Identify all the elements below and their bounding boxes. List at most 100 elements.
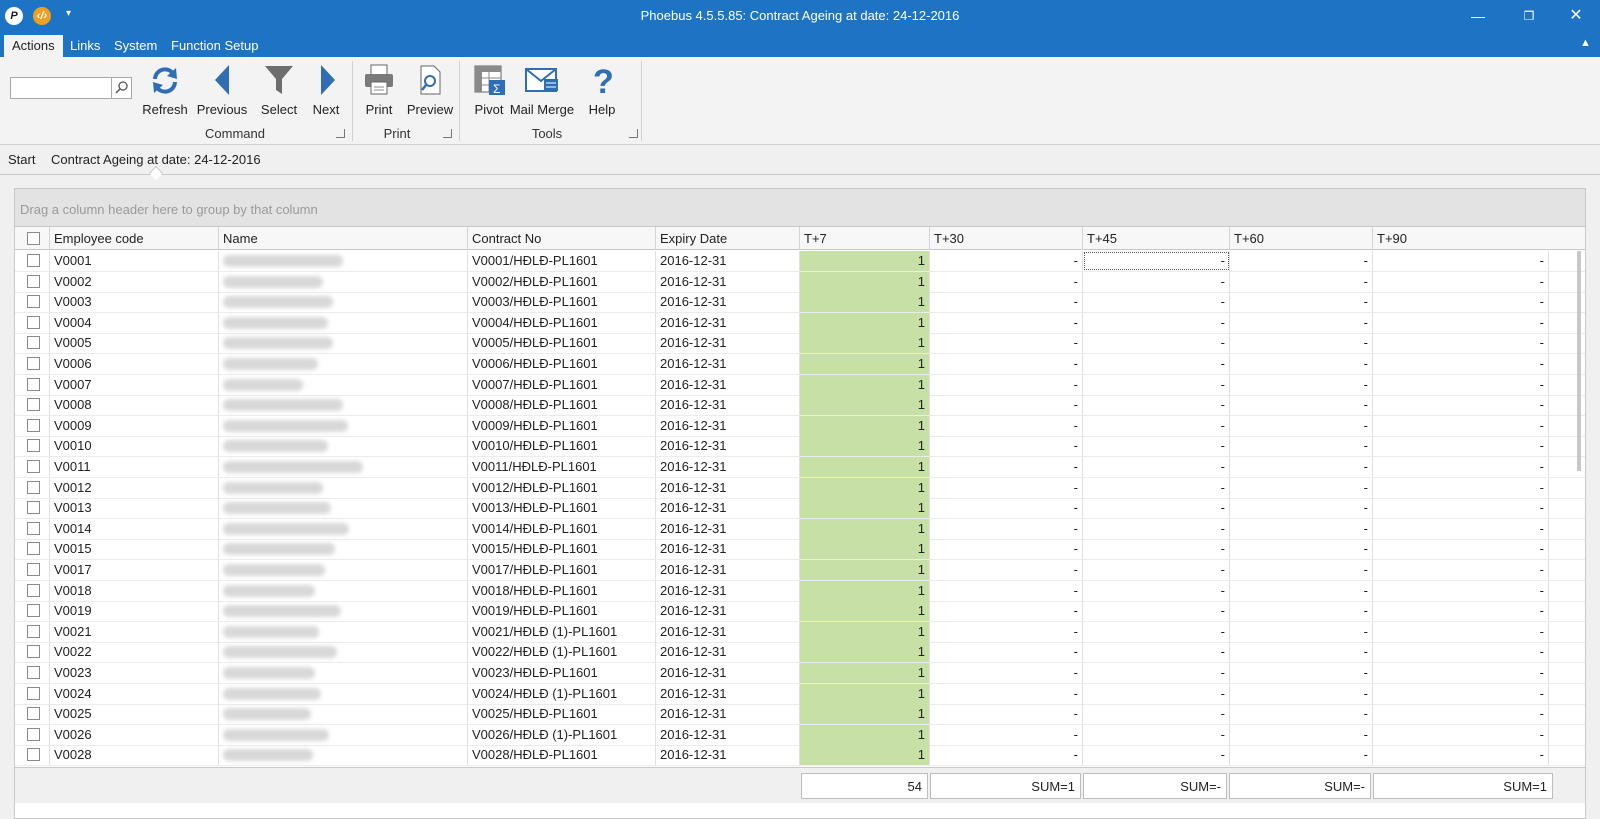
cell-expiry-date[interactable]: 2016-12-31	[656, 477, 800, 498]
table-row[interactable]: V0003 V0003/HĐLĐ-PL1601 2016-12-31 1- - - -	[15, 292, 1585, 314]
cell-t90[interactable]: -	[1373, 642, 1549, 663]
table-row[interactable]: V0018 V0018/HĐLĐ-PL1601 2016-12-31 1- - - -	[15, 580, 1585, 602]
row-checkbox[interactable]	[27, 398, 40, 412]
cell-t7[interactable]: 1	[800, 560, 930, 580]
cell-t30[interactable]: -	[930, 663, 1083, 683]
cell-t60[interactable]: -	[1230, 354, 1373, 374]
table-row[interactable]: V0021 V0021/HĐLĐ (1)-PL1601 2016-12-31 1- - -…	[15, 621, 1585, 643]
cell-contract-no[interactable]: V0018/HĐLĐ-PL1601	[468, 580, 656, 601]
row-checkbox[interactable]	[27, 501, 40, 515]
row-checkbox[interactable]	[27, 521, 40, 535]
table-row[interactable]: V0009 V0009/HĐLĐ-PL1601 2016-12-31 1- - - -	[15, 415, 1585, 437]
mail-merge-button[interactable]: Mail Merge	[507, 63, 577, 119]
tools-group-launcher-icon[interactable]	[629, 129, 638, 138]
cell-expiry-date[interactable]: 2016-12-31	[656, 621, 800, 642]
cell-name[interactable]	[219, 601, 468, 622]
cell-expiry-date[interactable]: 2016-12-31	[656, 560, 800, 580]
cell-t45[interactable]: -	[1083, 292, 1230, 313]
cell-employee-code[interactable]: V0021	[50, 621, 219, 642]
search-button[interactable]	[111, 78, 131, 98]
cell-contract-no[interactable]: V0017/HĐLĐ-PL1601	[468, 560, 656, 580]
table-row[interactable]: V0001 V0001/HĐLĐ-PL1601 2016-12-31 1- - - -	[15, 251, 1585, 272]
cell-employee-code[interactable]: V0019	[50, 601, 219, 622]
row-checkbox[interactable]	[27, 624, 40, 638]
cell-name[interactable]	[219, 663, 468, 683]
vertical-scrollbar[interactable]	[1577, 251, 1581, 471]
header-t60[interactable]: T+60	[1230, 227, 1373, 250]
cell-employee-code[interactable]: V0006	[50, 354, 219, 374]
cell-t60[interactable]: -	[1230, 333, 1373, 354]
cell-t7[interactable]: 1	[800, 621, 930, 642]
table-row[interactable]: V0007 V0007/HĐLĐ-PL1601 2016-12-31 1- - - -	[15, 374, 1585, 396]
row-checkbox[interactable]	[27, 542, 40, 556]
row-checkbox[interactable]	[27, 645, 40, 659]
cell-t60[interactable]: -	[1230, 745, 1373, 766]
table-row[interactable]: V0004 V0004/HĐLĐ-PL1601 2016-12-31 1- - - -	[15, 312, 1585, 334]
cell-t90[interactable]: -	[1373, 498, 1549, 519]
cell-t30[interactable]: -	[930, 312, 1083, 333]
cell-contract-no[interactable]: V0003/HĐLĐ-PL1601	[468, 292, 656, 313]
cell-employee-code[interactable]: V0004	[50, 312, 219, 333]
cell-t45[interactable]: -	[1083, 683, 1230, 704]
cell-employee-code[interactable]: V0022	[50, 642, 219, 663]
header-expiry-date[interactable]: Expiry Date	[656, 227, 800, 250]
cell-name[interactable]	[219, 621, 468, 642]
cell-name[interactable]	[219, 498, 468, 519]
cell-employee-code[interactable]: V0013	[50, 498, 219, 519]
cell-name[interactable]	[219, 415, 468, 436]
cell-t90[interactable]: -	[1373, 354, 1549, 374]
cell-expiry-date[interactable]: 2016-12-31	[656, 415, 800, 436]
cell-name[interactable]	[219, 251, 468, 271]
cell-name[interactable]	[219, 724, 468, 745]
cell-employee-code[interactable]: V0002	[50, 271, 219, 292]
row-checkbox[interactable]	[27, 336, 40, 350]
cell-expiry-date[interactable]: 2016-12-31	[656, 724, 800, 745]
cell-t60[interactable]: -	[1230, 436, 1373, 457]
cell-t90[interactable]: -	[1373, 415, 1549, 436]
cell-employee-code[interactable]: V0001	[50, 251, 219, 271]
row-checkbox[interactable]	[27, 357, 40, 370]
cell-t60[interactable]: -	[1230, 663, 1373, 683]
cell-contract-no[interactable]: V0004/HĐLĐ-PL1601	[468, 312, 656, 333]
cell-employee-code[interactable]: V0023	[50, 663, 219, 683]
cell-t90[interactable]: -	[1373, 683, 1549, 704]
cell-t45[interactable]: -	[1083, 580, 1230, 601]
row-checkbox[interactable]	[27, 563, 40, 576]
cell-t45[interactable]: -	[1083, 663, 1230, 683]
cell-contract-no[interactable]: V0021/HĐLĐ (1)-PL1601	[468, 621, 656, 642]
table-row[interactable]: V0012 V0012/HĐLĐ-PL1601 2016-12-31 1- - - -	[15, 477, 1585, 499]
group-by-panel[interactable]: Drag a column header here to group by th…	[15, 189, 1585, 227]
header-t45[interactable]: T+45	[1083, 227, 1230, 250]
cell-t90[interactable]: -	[1373, 292, 1549, 313]
cell-name[interactable]	[219, 333, 468, 354]
cell-t60[interactable]: -	[1230, 621, 1373, 642]
cell-employee-code[interactable]: V0026	[50, 724, 219, 745]
cell-t7[interactable]: 1	[800, 457, 930, 477]
table-row[interactable]: V0014 V0014/HĐLĐ-PL1601 2016-12-31 1- - - -	[15, 518, 1585, 540]
cell-employee-code[interactable]: V0028	[50, 745, 219, 766]
cell-name[interactable]	[219, 683, 468, 704]
cell-t60[interactable]: -	[1230, 601, 1373, 622]
previous-button[interactable]: Previous	[192, 63, 252, 119]
command-group-launcher-icon[interactable]	[336, 129, 345, 138]
row-checkbox[interactable]	[27, 295, 40, 309]
row-checkbox[interactable]	[27, 439, 40, 453]
cell-t45[interactable]: -	[1083, 415, 1230, 436]
cell-t45[interactable]: -	[1083, 601, 1230, 622]
tab-system[interactable]: System	[106, 35, 165, 57]
cell-expiry-date[interactable]: 2016-12-31	[656, 601, 800, 622]
cell-t7[interactable]: 1	[800, 601, 930, 622]
cell-name[interactable]	[219, 745, 468, 766]
cell-employee-code[interactable]: V0025	[50, 704, 219, 725]
cell-name[interactable]	[219, 312, 468, 333]
table-row[interactable]: V0010 V0010/HĐLĐ-PL1601 2016-12-31 1- - - -	[15, 436, 1585, 458]
cell-name[interactable]	[219, 580, 468, 601]
cell-contract-no[interactable]: V0010/HĐLĐ-PL1601	[468, 436, 656, 457]
cell-t7[interactable]: 1	[800, 745, 930, 766]
cell-t45[interactable]: -	[1083, 498, 1230, 519]
cell-name[interactable]	[219, 354, 468, 374]
cell-t90[interactable]: -	[1373, 457, 1549, 477]
row-checkbox[interactable]	[27, 604, 40, 618]
collapse-ribbon-icon[interactable]: ▲	[1580, 37, 1591, 49]
cell-t45[interactable]: -	[1083, 395, 1230, 416]
